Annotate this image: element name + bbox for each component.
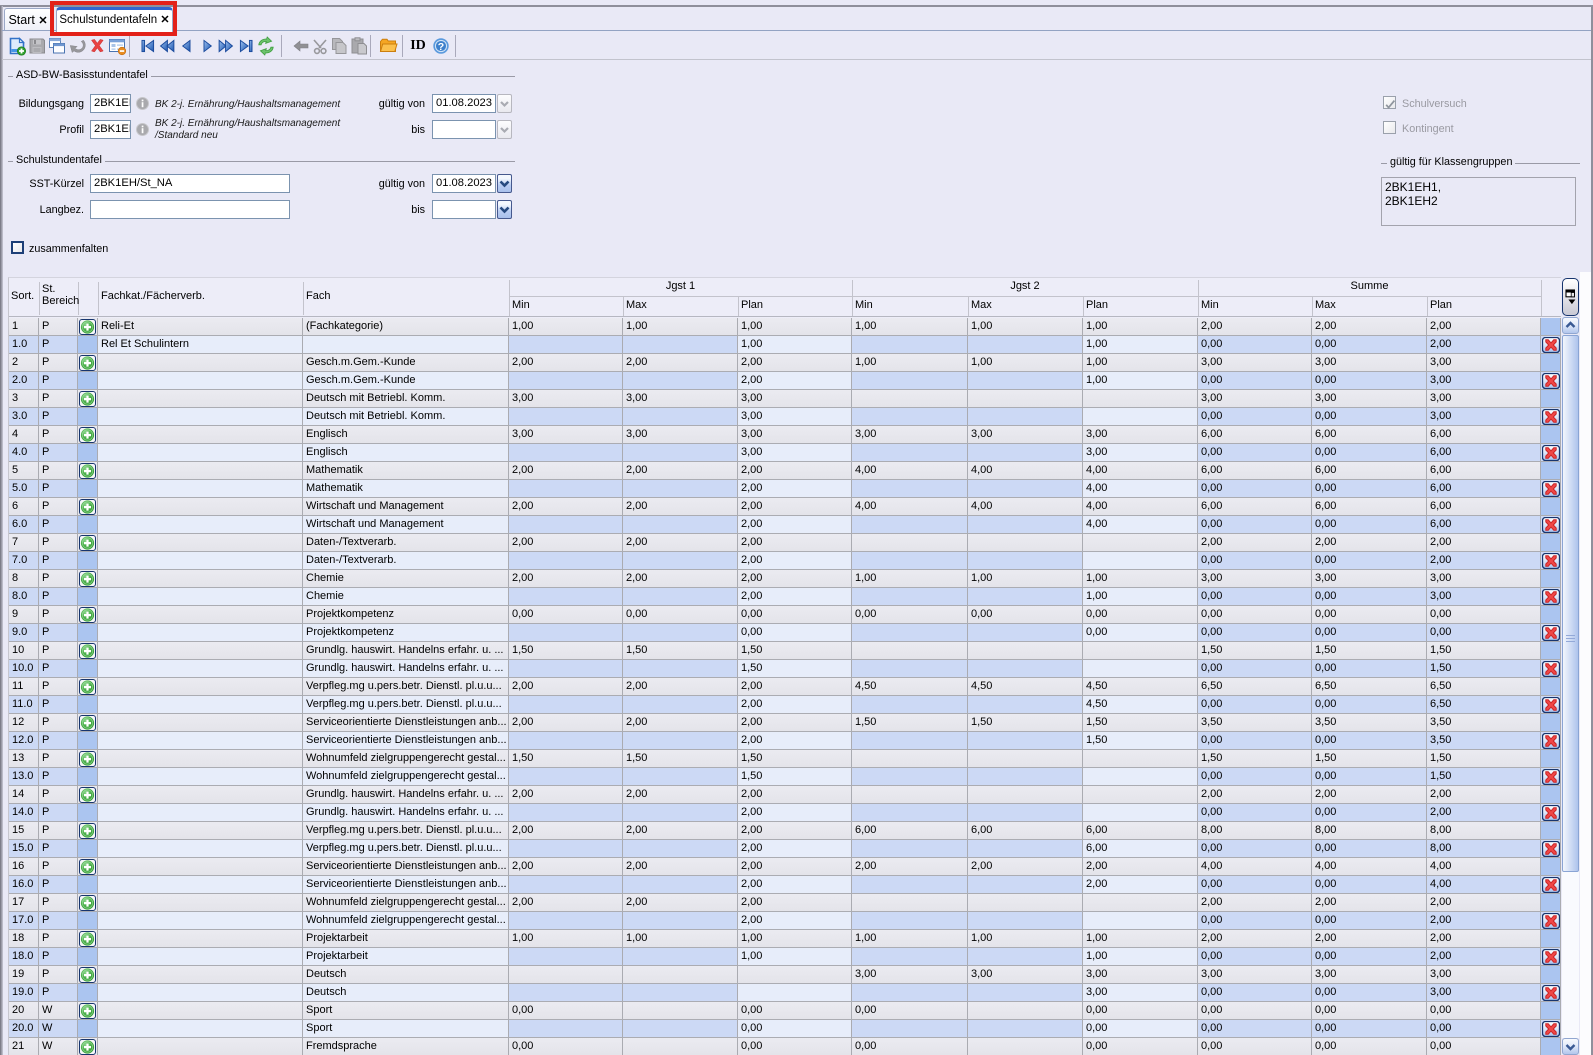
svg-text:?: ? — [438, 41, 444, 53]
